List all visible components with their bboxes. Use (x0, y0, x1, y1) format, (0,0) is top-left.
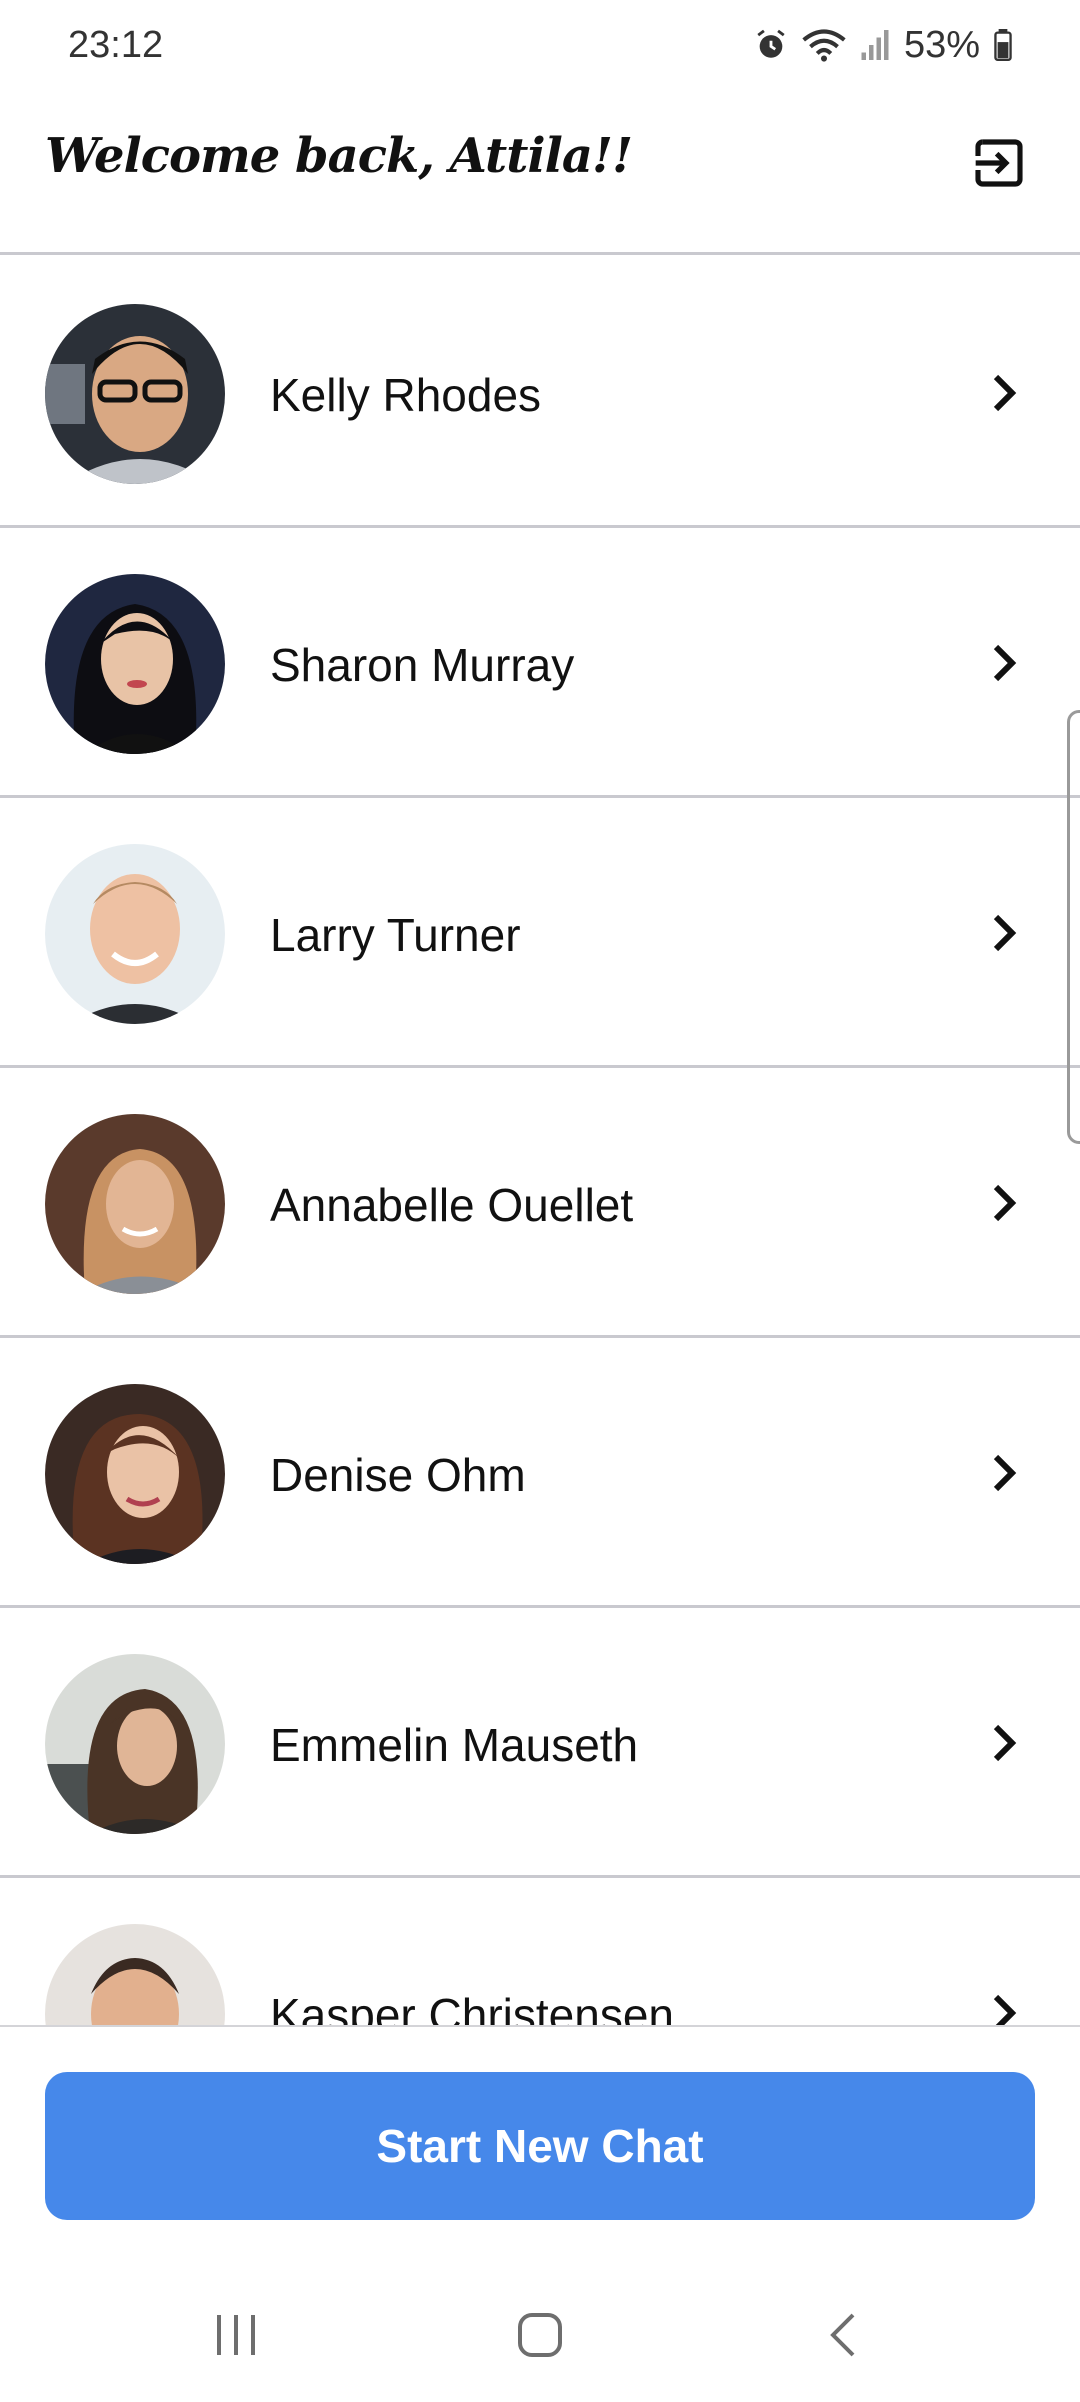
chevron-right-icon (984, 1986, 1024, 2026)
avatar (45, 304, 225, 484)
contact-row[interactable]: Kasper Christensen (0, 1878, 1080, 2026)
avatar (45, 1924, 225, 2026)
avatar (45, 1384, 225, 1564)
status-bar: 23:12 53% (0, 0, 1080, 90)
back-icon (830, 2313, 855, 2357)
page-title: Welcome back, Attila!! (45, 128, 633, 184)
back-button[interactable] (802, 2300, 882, 2370)
chevron-right-icon (984, 1446, 1024, 1500)
contact-name: Annabelle Ouellet (270, 1179, 634, 1231)
contact-name: Sharon Murray (270, 639, 575, 691)
battery-icon (994, 29, 1012, 61)
contact-row[interactable]: Sharon Murray (0, 528, 1080, 798)
logout-button[interactable] (968, 132, 1030, 194)
chevron-right-icon (984, 366, 1024, 420)
recent-apps-icon (217, 2315, 255, 2355)
home-icon (518, 2313, 562, 2357)
recent-apps-button[interactable] (196, 2300, 276, 2370)
contact-row[interactable]: Kelly Rhodes (0, 258, 1080, 528)
avatar (45, 844, 225, 1024)
contact-name: Denise Ohm (270, 1449, 526, 1501)
contact-row[interactable]: Annabelle Ouellet (0, 1068, 1080, 1338)
app-header: Welcome back, Attila!! (0, 90, 1080, 255)
contact-name: Emmelin Mauseth (270, 1719, 639, 1771)
avatar (45, 1654, 225, 1834)
contact-row[interactable]: Denise Ohm (0, 1338, 1080, 1608)
wifi-icon (802, 29, 846, 62)
signal-icon (861, 30, 889, 60)
chevron-right-icon (984, 906, 1024, 960)
scroll-indicator[interactable] (1067, 710, 1080, 1144)
contact-name: Larry Turner (270, 909, 521, 961)
home-button[interactable] (500, 2300, 580, 2370)
battery-percent: 53% (903, 23, 980, 66)
contact-list[interactable]: Kelly Rhodes Sharon Murray Larry Turner … (0, 258, 1080, 2026)
status-icons: 53% (754, 24, 1012, 67)
contact-row[interactable]: Larry Turner (0, 798, 1080, 1068)
contact-name: Kasper Christensen (270, 1989, 674, 2026)
avatar (45, 574, 225, 754)
chevron-right-icon (984, 1716, 1024, 1770)
start-new-chat-button[interactable]: Start New Chat (45, 2072, 1035, 2220)
system-nav-bar (0, 2270, 1080, 2400)
chevron-right-icon (984, 1176, 1024, 1230)
status-time: 23:12 (68, 23, 164, 66)
chevron-right-icon (984, 636, 1024, 690)
avatar (45, 1114, 225, 1294)
contact-row[interactable]: Emmelin Mauseth (0, 1608, 1080, 1878)
alarm-icon (757, 29, 785, 58)
logout-icon (975, 139, 1023, 187)
contact-name: Kelly Rhodes (270, 369, 542, 421)
